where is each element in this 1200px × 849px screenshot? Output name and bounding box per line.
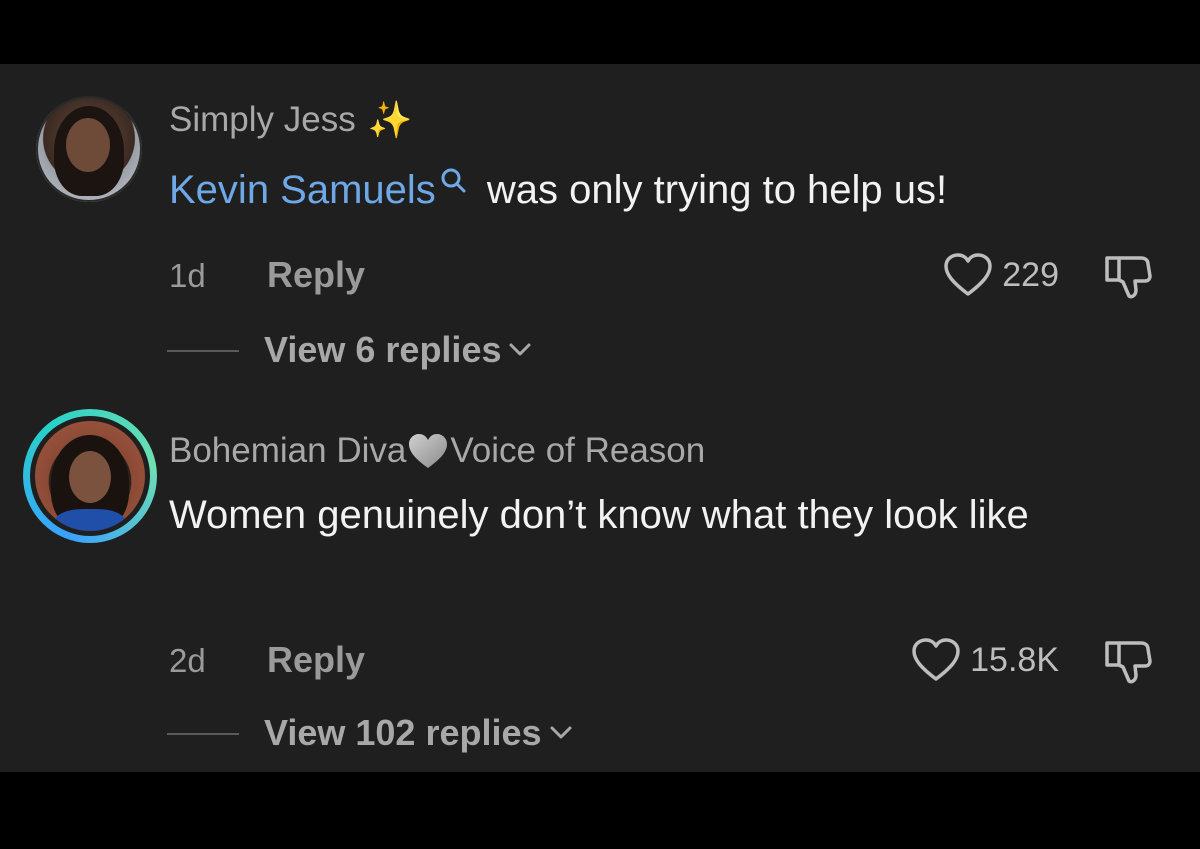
comment-text: Kevin Samuels was only trying to help us… [169,162,1149,218]
view-replies-label: View 102 replies [264,711,574,755]
username-text: Simply Jess [169,100,356,139]
sparkles-emoji: ✨ [367,99,413,140]
reply-button[interactable]: Reply [267,639,365,681]
comment-username[interactable]: Simply Jess ✨ [169,100,413,140]
replies-divider [167,350,239,352]
username-text-part2: Voice of Reason [450,431,706,470]
heart-outline-icon [912,638,960,681]
chevron-down-icon [550,726,572,739]
comment-timestamp: 1d [169,257,206,294]
username-text-part1: Bohemian Diva [169,431,407,470]
comment-text: Women genuinely don’t know what they loo… [169,493,1029,537]
like-count: 15.8K [970,641,1059,679]
like-button[interactable]: 15.8K [910,637,1059,683]
gray-heart-icon [409,434,448,468]
comment-timestamp: 2d [169,642,206,679]
heart-outline-icon [944,253,993,296]
like-count: 229 [1002,256,1059,294]
thumbs-down-outline-icon[interactable] [1101,250,1155,302]
mention-link[interactable]: Kevin Samuels [169,168,436,212]
avatar [35,421,145,531]
view-replies-label: View 6 replies [264,328,533,372]
view-replies-button[interactable]: View 102 replies [167,711,867,755]
comment-actions: 2d Reply 15.8K [169,635,1169,685]
avatar-shirt [55,509,125,531]
comments-panel: Simply Jess ✨ Kevin Samuels was only tryi… [0,64,1200,772]
comment-body: was only trying to help us! [475,168,948,212]
thumbs-down-outline-icon[interactable] [1101,635,1155,687]
view-replies-button[interactable]: View 6 replies [167,328,867,372]
story-ring[interactable] [23,409,157,543]
replies-divider [167,733,239,735]
avatar-face [69,451,111,503]
chevron-down-icon [509,343,531,356]
comment-actions: 1d Reply 229 [169,250,1169,300]
search-icon[interactable] [438,166,468,196]
avatar[interactable] [36,96,142,202]
like-button[interactable]: 229 [942,252,1059,298]
avatar-face [66,118,110,172]
reply-button[interactable]: Reply [267,254,365,296]
comment-username[interactable]: Bohemian Diva Voice of Reason [169,431,705,471]
